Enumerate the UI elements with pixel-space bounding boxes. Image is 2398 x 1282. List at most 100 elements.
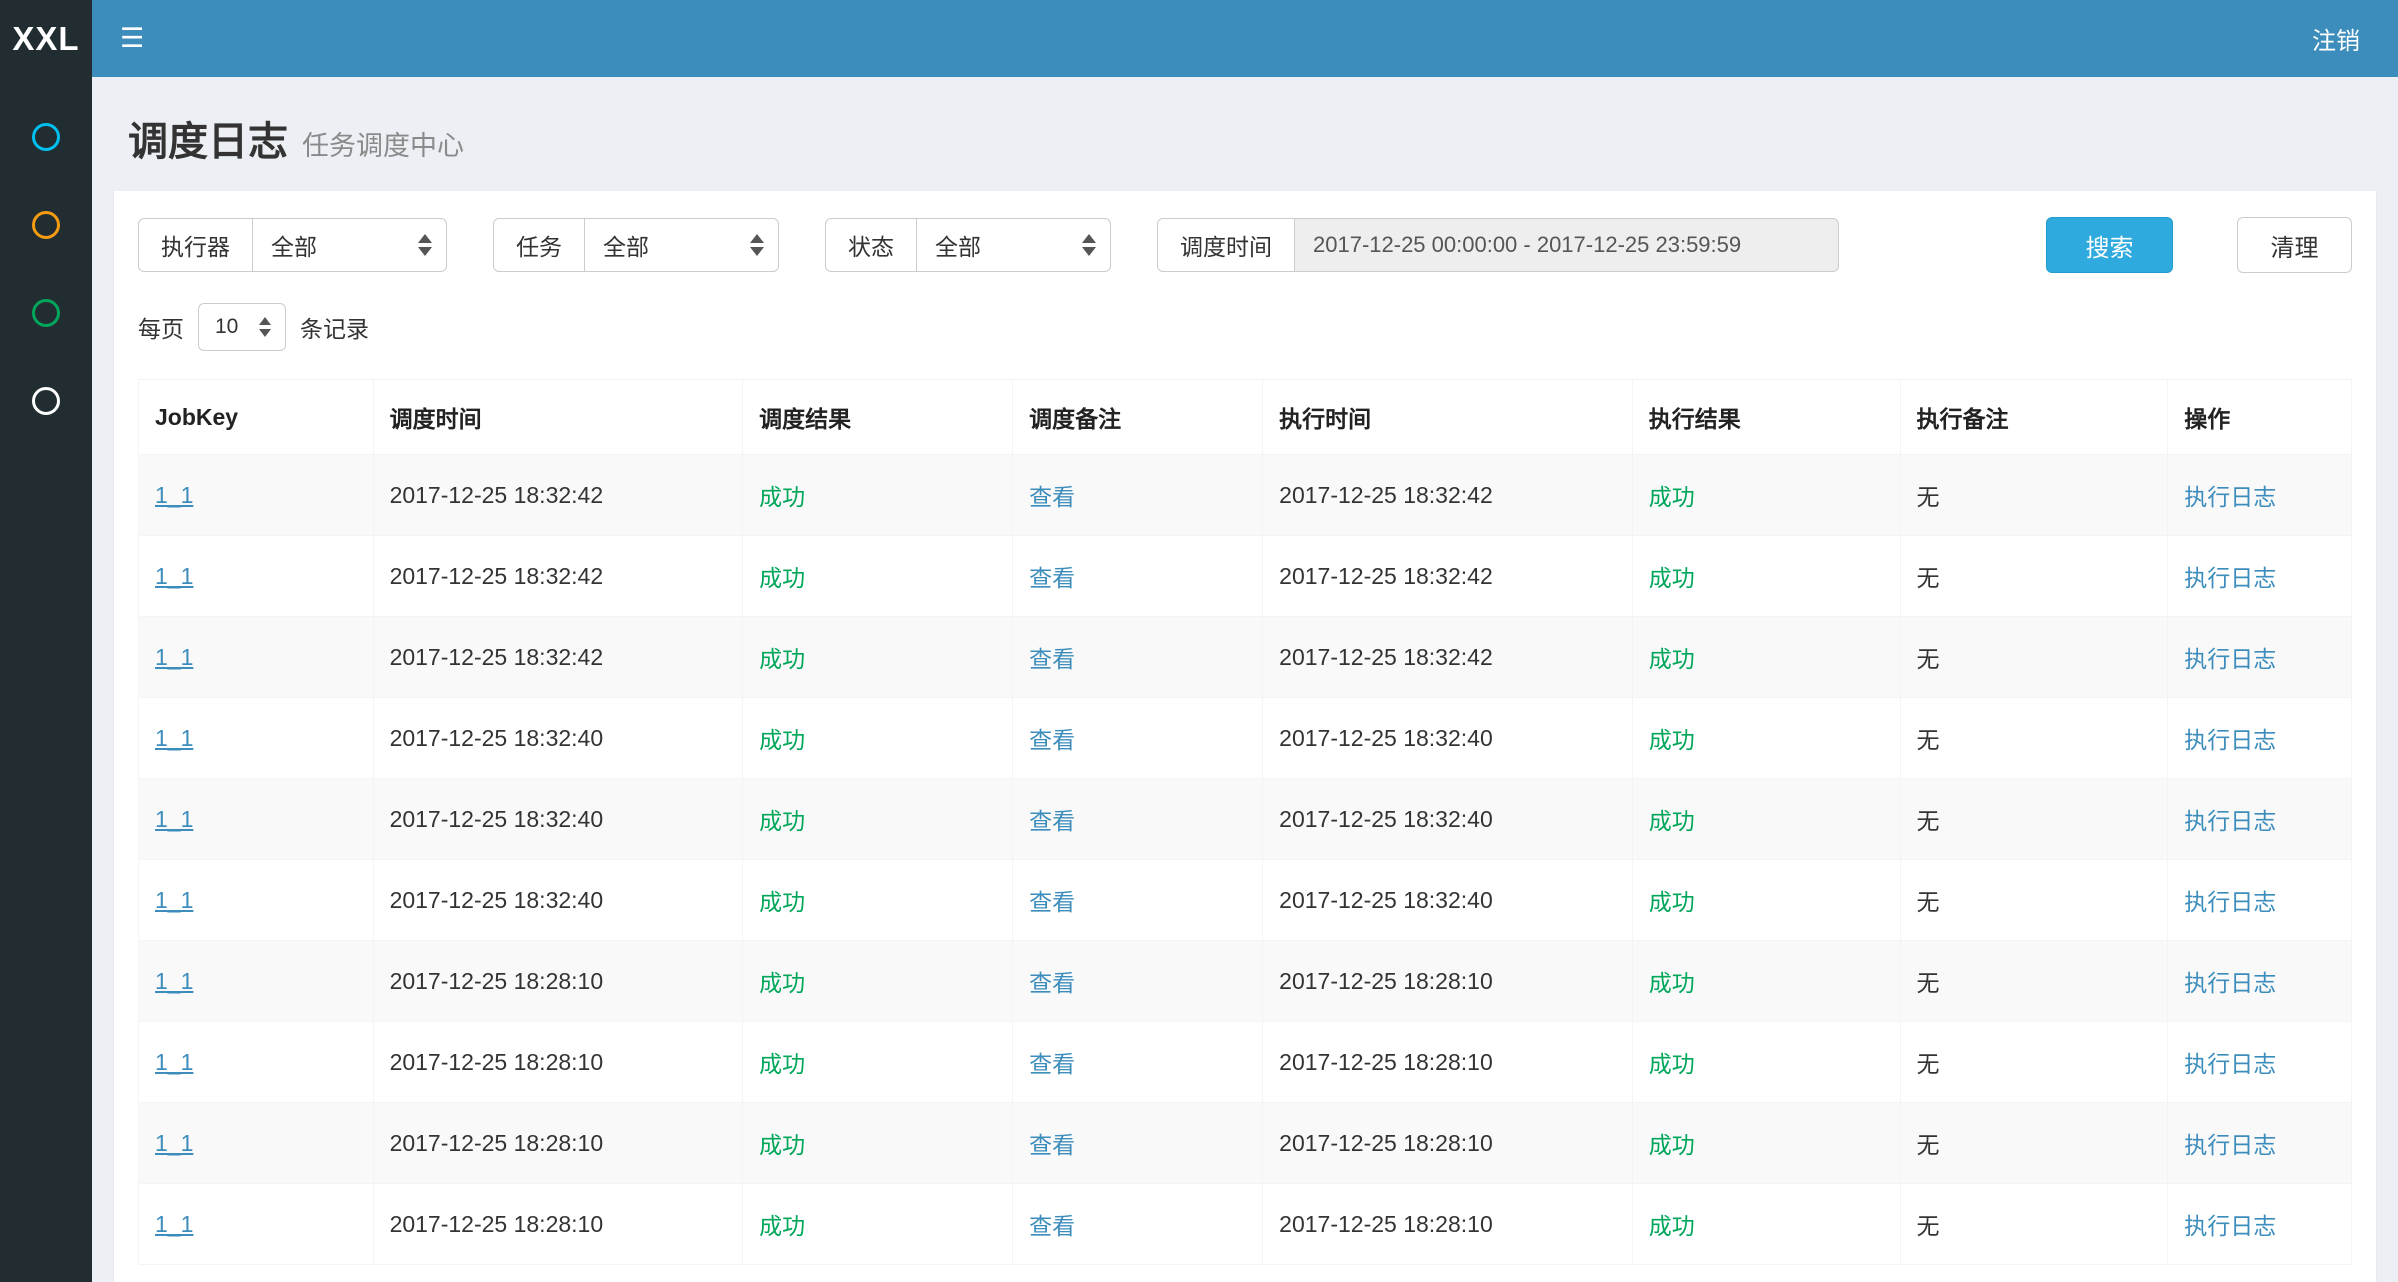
jobkey-link[interactable]: 1_1 xyxy=(155,644,193,670)
trigger-result-text: 成功 xyxy=(759,1051,805,1077)
table-row: 1_1 2017-12-25 18:28:10 成功 查看 2017-12-25… xyxy=(139,1103,2352,1184)
executor-filter-label: 执行器 xyxy=(138,218,253,272)
jobkey-link[interactable]: 1_1 xyxy=(155,725,193,751)
top-navbar: XXL ☰ 注销 xyxy=(0,0,2398,77)
trigger-msg-link[interactable]: 查看 xyxy=(1029,646,1075,672)
column-header-action[interactable]: 操作 xyxy=(2168,380,2352,455)
search-button[interactable]: 搜索 xyxy=(2046,217,2173,273)
content-box: 执行器 全部 任务 全部 状态 全部 xyxy=(114,191,2376,1282)
trigger-result-text: 成功 xyxy=(759,808,805,834)
trigger-result-text: 成功 xyxy=(759,970,805,996)
exec-log-link[interactable]: 执行日志 xyxy=(2184,565,2276,591)
column-header-handle-result[interactable]: 执行结果 xyxy=(1632,380,1900,455)
trigger-time-cell: 2017-12-25 18:28:10 xyxy=(373,1022,743,1103)
handle-result-text: 成功 xyxy=(1649,484,1695,510)
handle-time-cell: 2017-12-25 18:32:42 xyxy=(1263,455,1633,536)
column-header-handle-time[interactable]: 执行时间 xyxy=(1263,380,1633,455)
exec-log-link[interactable]: 执行日志 xyxy=(2184,1213,2276,1239)
trigger-msg-link[interactable]: 查看 xyxy=(1029,1132,1075,1158)
handle-msg-cell: 无 xyxy=(1900,1103,2168,1184)
handle-result-text: 成功 xyxy=(1649,808,1695,834)
exec-log-link[interactable]: 执行日志 xyxy=(2184,970,2276,996)
status-filter: 状态 全部 xyxy=(825,218,1111,272)
select-arrows-icon xyxy=(750,234,764,256)
circle-o-icon xyxy=(32,123,60,151)
handle-time-cell: 2017-12-25 18:28:10 xyxy=(1263,1184,1633,1265)
logout-link[interactable]: 注销 xyxy=(2306,21,2366,56)
trigger-time-cell: 2017-12-25 18:32:42 xyxy=(373,536,743,617)
handle-time-cell: 2017-12-25 18:32:40 xyxy=(1263,860,1633,941)
executor-select[interactable]: 全部 xyxy=(252,218,447,272)
jobkey-link[interactable]: 1_1 xyxy=(155,806,193,832)
handle-msg-cell: 无 xyxy=(1900,455,2168,536)
sidebar-item-4[interactable] xyxy=(0,357,92,445)
jobkey-link[interactable]: 1_1 xyxy=(155,1211,193,1237)
jobkey-link[interactable]: 1_1 xyxy=(155,563,193,589)
app: XXL ☰ 注销 调度日志 任务调度中心 xyxy=(0,0,2398,1282)
trigger-msg-link[interactable]: 查看 xyxy=(1029,889,1075,915)
trigger-time-cell: 2017-12-25 18:32:40 xyxy=(373,779,743,860)
handle-result-text: 成功 xyxy=(1649,1132,1695,1158)
page-size-control: 每页 10 条记录 xyxy=(138,303,2352,351)
exec-log-link[interactable]: 执行日志 xyxy=(2184,1132,2276,1158)
exec-log-link[interactable]: 执行日志 xyxy=(2184,727,2276,753)
column-header-handle-msg[interactable]: 执行备注 xyxy=(1900,380,2168,455)
handle-result-text: 成功 xyxy=(1649,889,1695,915)
trigger-time-range-input[interactable] xyxy=(1294,218,1839,272)
sidebar-toggle-button[interactable]: ☰ xyxy=(92,0,172,77)
navbar-main: ☰ 注销 xyxy=(92,0,2398,77)
sidebar-item-1[interactable] xyxy=(0,93,92,181)
jobkey-link[interactable]: 1_1 xyxy=(155,887,193,913)
exec-log-link[interactable]: 执行日志 xyxy=(2184,484,2276,510)
sidebar-item-3[interactable] xyxy=(0,269,92,357)
main-content: 调度日志 任务调度中心 执行器 全部 任务 全部 xyxy=(92,77,2398,1282)
jobkey-link[interactable]: 1_1 xyxy=(155,968,193,994)
page-title: 调度日志 xyxy=(128,109,288,167)
page-size-select[interactable]: 10 xyxy=(198,303,286,351)
column-header-trigger-result[interactable]: 调度结果 xyxy=(743,380,1013,455)
exec-log-link[interactable]: 执行日志 xyxy=(2184,808,2276,834)
table-row: 1_1 2017-12-25 18:28:10 成功 查看 2017-12-25… xyxy=(139,1184,2352,1265)
exec-log-link[interactable]: 执行日志 xyxy=(2184,1051,2276,1077)
table-row: 1_1 2017-12-25 18:32:42 成功 查看 2017-12-25… xyxy=(139,455,2352,536)
trigger-msg-link[interactable]: 查看 xyxy=(1029,565,1075,591)
trigger-time-cell: 2017-12-25 18:32:42 xyxy=(373,455,743,536)
trigger-msg-link[interactable]: 查看 xyxy=(1029,970,1075,996)
trigger-msg-link[interactable]: 查看 xyxy=(1029,484,1075,510)
handle-msg-cell: 无 xyxy=(1900,536,2168,617)
column-header-trigger-time[interactable]: 调度时间 xyxy=(373,380,743,455)
handle-result-text: 成功 xyxy=(1649,727,1695,753)
jobkey-link[interactable]: 1_1 xyxy=(155,1049,193,1075)
trigger-result-text: 成功 xyxy=(759,484,805,510)
table-row: 1_1 2017-12-25 18:32:42 成功 查看 2017-12-25… xyxy=(139,536,2352,617)
trigger-result-text: 成功 xyxy=(759,1132,805,1158)
jobkey-link[interactable]: 1_1 xyxy=(155,482,193,508)
job-filter: 任务 全部 xyxy=(493,218,779,272)
executor-select-value: 全部 xyxy=(271,228,317,262)
clear-button[interactable]: 清理 xyxy=(2237,217,2352,273)
job-select[interactable]: 全部 xyxy=(584,218,779,272)
brand-logo[interactable]: XXL xyxy=(0,0,92,77)
jobkey-link[interactable]: 1_1 xyxy=(155,1130,193,1156)
table-row: 1_1 2017-12-25 18:28:10 成功 查看 2017-12-25… xyxy=(139,941,2352,1022)
exec-log-link[interactable]: 执行日志 xyxy=(2184,889,2276,915)
job-select-value: 全部 xyxy=(603,228,649,262)
handle-msg-cell: 无 xyxy=(1900,779,2168,860)
log-table: JobKey 调度时间 调度结果 调度备注 执行时间 执行结果 执行备注 操作 … xyxy=(138,379,2352,1265)
trigger-msg-link[interactable]: 查看 xyxy=(1029,808,1075,834)
handle-time-cell: 2017-12-25 18:32:42 xyxy=(1263,536,1633,617)
table-row: 1_1 2017-12-25 18:28:10 成功 查看 2017-12-25… xyxy=(139,1022,2352,1103)
filter-toolbar: 执行器 全部 任务 全部 状态 全部 xyxy=(138,217,2352,273)
status-select[interactable]: 全部 xyxy=(916,218,1111,272)
trigger-msg-link[interactable]: 查看 xyxy=(1029,1213,1075,1239)
handle-msg-cell: 无 xyxy=(1900,698,2168,779)
column-header-jobkey[interactable]: JobKey xyxy=(139,380,374,455)
trigger-time-filter: 调度时间 xyxy=(1157,218,1839,272)
sidebar-item-2[interactable] xyxy=(0,181,92,269)
column-header-trigger-msg[interactable]: 调度备注 xyxy=(1013,380,1263,455)
table-header-row: JobKey 调度时间 调度结果 调度备注 执行时间 执行结果 执行备注 操作 xyxy=(139,380,2352,455)
exec-log-link[interactable]: 执行日志 xyxy=(2184,646,2276,672)
trigger-msg-link[interactable]: 查看 xyxy=(1029,727,1075,753)
circle-o-icon xyxy=(32,387,60,415)
trigger-msg-link[interactable]: 查看 xyxy=(1029,1051,1075,1077)
